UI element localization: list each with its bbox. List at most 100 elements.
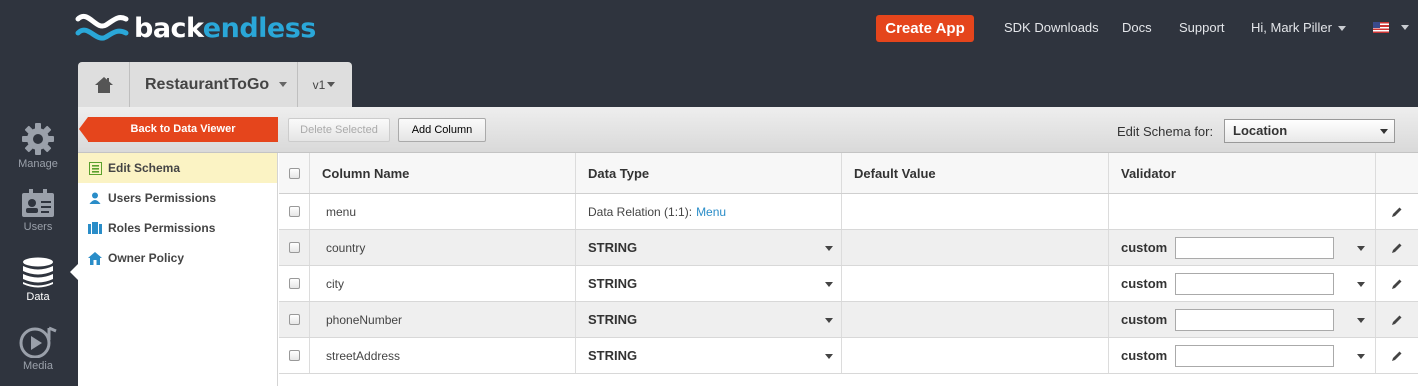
rail-item-media[interactable]: Media: [0, 326, 76, 372]
table-row: country STRING custom: [279, 230, 1418, 266]
chevron-down-icon[interactable]: [1357, 246, 1365, 251]
validator-type[interactable]: custom: [1121, 312, 1175, 327]
app-selector[interactable]: RestaurantToGo: [130, 62, 298, 107]
validator-input[interactable]: [1175, 272, 1334, 295]
side-item-owner-policy[interactable]: Owner Policy: [78, 243, 277, 273]
table-row: city STRING custom: [279, 266, 1418, 302]
sdk-downloads-link[interactable]: SDK Downloads: [1004, 20, 1099, 35]
header-validator: Validator: [1109, 153, 1376, 193]
chevron-down-icon: [1337, 26, 1346, 32]
delete-selected-button[interactable]: Delete Selected: [288, 118, 390, 142]
relation-link[interactable]: Menu: [696, 205, 726, 219]
column-name-cell: streetAddress: [310, 338, 576, 373]
us-flag-icon[interactable]: [1373, 22, 1389, 33]
data-type-select[interactable]: STRING: [576, 338, 842, 373]
row-checkbox[interactable]: [288, 314, 300, 325]
header-data-type: Data Type: [576, 153, 842, 193]
side-item-edit-schema[interactable]: Edit Schema: [78, 153, 277, 183]
pencil-icon[interactable]: [1391, 278, 1403, 290]
rail-label: Media: [23, 360, 53, 372]
add-column-button[interactable]: Add Column: [398, 118, 486, 142]
data-type-value: STRING: [588, 276, 638, 291]
rail-active-pointer: [70, 264, 78, 280]
back-to-data-viewer-button[interactable]: Back to Data Viewer: [79, 117, 278, 142]
table-row: phoneNumber STRING custom: [279, 302, 1418, 338]
validator-cell: custom: [1109, 302, 1376, 337]
pencil-icon[interactable]: [1391, 314, 1403, 326]
row-checkbox[interactable]: [288, 206, 300, 217]
default-value-cell: [842, 194, 1109, 229]
home-icon: [94, 76, 113, 93]
edit-schema-label: Edit Schema for:: [1117, 124, 1214, 139]
chevron-down-icon[interactable]: [1401, 25, 1409, 30]
chevron-down-icon[interactable]: [1357, 318, 1365, 323]
pencil-icon[interactable]: [1391, 206, 1403, 218]
rail-item-users[interactable]: Users: [0, 189, 76, 233]
relation-type-text: Data Relation (1:1):: [588, 204, 693, 219]
row-checkbox[interactable]: [288, 350, 300, 361]
rail-item-data[interactable]: Data: [0, 257, 76, 303]
side-item-label: Owner Policy: [108, 251, 185, 265]
chevron-down-icon[interactable]: [1357, 354, 1365, 359]
chevron-down-icon: [825, 246, 833, 251]
data-type-value: STRING: [588, 312, 638, 327]
data-type-select[interactable]: STRING: [576, 266, 842, 301]
wave-logo-icon: [75, 14, 129, 41]
user-greeting: Hi, Mark Piller: [1251, 20, 1332, 35]
validator-type[interactable]: custom: [1121, 348, 1175, 363]
default-value-cell[interactable]: [842, 266, 1109, 301]
home-icon: [88, 251, 102, 265]
user-menu[interactable]: Hi, Mark Piller: [1251, 20, 1346, 35]
version-selector[interactable]: v1: [298, 62, 350, 107]
validator-cell: custom: [1109, 230, 1376, 265]
column-name-cell: city: [310, 266, 576, 301]
chevron-down-icon: [279, 82, 288, 87]
table-select[interactable]: Location: [1224, 119, 1395, 143]
home-button[interactable]: [78, 62, 130, 107]
header-column-name: Column Name: [310, 153, 576, 193]
row-checkbox[interactable]: [288, 278, 300, 289]
validator-cell: [1109, 194, 1376, 229]
id-card-icon: [22, 189, 54, 217]
validator-cell: custom: [1109, 266, 1376, 301]
gear-icon: [22, 123, 54, 155]
data-type-select[interactable]: STRING: [576, 302, 842, 337]
data-type-select[interactable]: STRING: [576, 230, 842, 265]
validator-type[interactable]: custom: [1121, 276, 1175, 291]
validator-input[interactable]: [1175, 308, 1334, 331]
docs-link[interactable]: Docs: [1122, 20, 1152, 35]
chevron-down-icon: [825, 282, 833, 287]
schema-icon: [88, 161, 102, 175]
validator-input[interactable]: [1175, 344, 1334, 367]
side-item-label: Edit Schema: [108, 161, 181, 175]
validator-type[interactable]: custom: [1121, 240, 1175, 255]
side-item-roles-permissions[interactable]: Roles Permissions: [78, 213, 277, 243]
default-value-cell[interactable]: [842, 302, 1109, 337]
data-type-cell: Data Relation (1:1): Menu: [576, 194, 842, 229]
row-checkbox[interactable]: [288, 242, 300, 253]
column-name-cell: menu: [310, 194, 576, 229]
support-link[interactable]: Support: [1179, 20, 1225, 35]
backendless-logo[interactable]: backendless: [74, 8, 316, 48]
default-value-cell[interactable]: [842, 230, 1109, 265]
logo-text: backendless: [134, 12, 316, 44]
rail-label: Manage: [18, 158, 58, 170]
validator-input[interactable]: [1175, 236, 1334, 259]
table-select-value: Location: [1233, 123, 1288, 138]
pencil-icon[interactable]: [1391, 350, 1403, 362]
chevron-down-icon: [825, 354, 833, 359]
data-type-value: STRING: [588, 240, 638, 255]
pencil-icon[interactable]: [1391, 242, 1403, 254]
app-tab-bar: RestaurantToGo v1: [78, 62, 352, 107]
table-header-row: Column Name Data Type Default Value Vali…: [279, 153, 1418, 194]
user-icon: [88, 191, 102, 205]
schema-table: Column Name Data Type Default Value Vali…: [279, 153, 1418, 374]
side-item-users-permissions[interactable]: Users Permissions: [78, 183, 277, 213]
create-app-button[interactable]: Create App: [876, 15, 974, 42]
table-row: menu Data Relation (1:1): Menu: [279, 194, 1418, 230]
select-all-checkbox[interactable]: [288, 167, 300, 179]
roles-icon: [88, 221, 102, 235]
chevron-down-icon[interactable]: [1357, 282, 1365, 287]
default-value-cell[interactable]: [842, 338, 1109, 373]
rail-item-manage[interactable]: Manage: [0, 122, 76, 170]
